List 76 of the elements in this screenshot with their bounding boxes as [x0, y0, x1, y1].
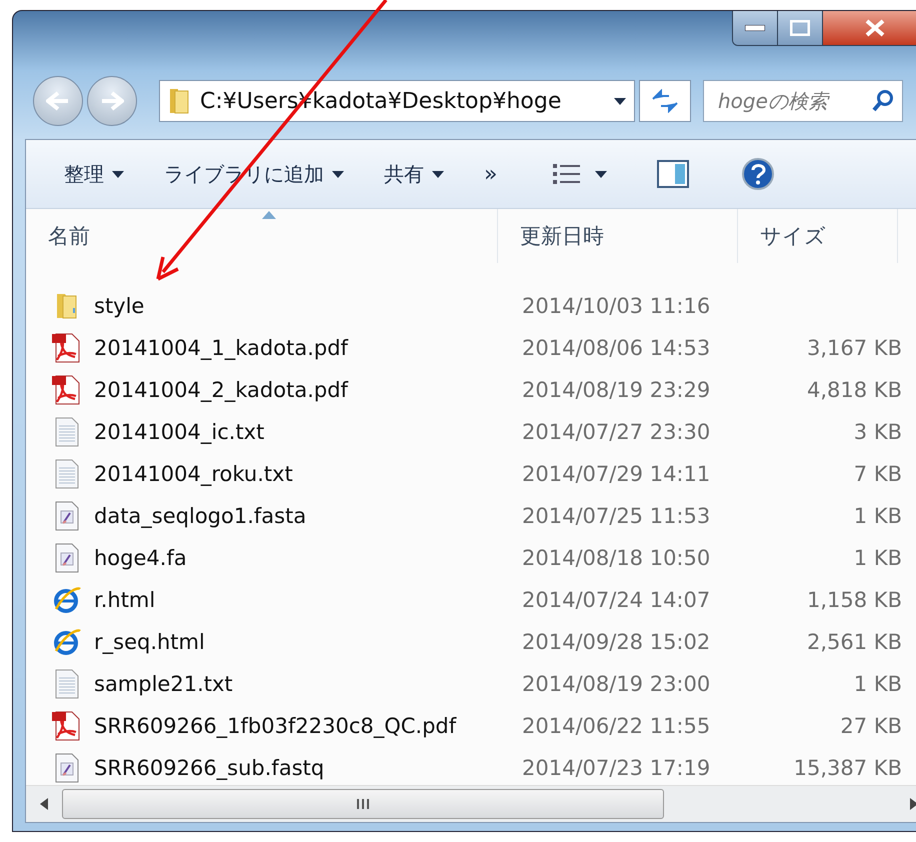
modified-date: 2014/08/18 10:50 — [521, 546, 712, 570]
right-arrow-icon — [910, 798, 916, 810]
file-size: 27 KB — [839, 714, 902, 738]
file-name[interactable]: data_seqlogo1.fasta — [86, 504, 512, 528]
file-size: 4,818 KB — [806, 378, 902, 402]
back-button[interactable] — [33, 76, 83, 126]
text-file-icon — [53, 668, 81, 700]
toolbar-menu-button[interactable]: 整理 — [50, 154, 138, 194]
file-icon — [53, 500, 81, 532]
file-name[interactable]: 20141004_2_kadota.pdf — [86, 378, 512, 402]
modified-date: 2014/07/23 17:19 — [521, 756, 712, 780]
modified-date: 2014/06/22 11:55 — [521, 714, 712, 738]
modified-date: 2014/10/03 11:16 — [521, 294, 712, 318]
modified-date: 2014/07/29 14:11 — [521, 462, 712, 486]
refresh-button[interactable] — [639, 80, 691, 122]
file-size: 3 KB — [852, 420, 902, 444]
column-header[interactable]: 更新日時 — [498, 209, 738, 263]
help-icon[interactable] — [741, 157, 776, 191]
toolbar-menu-button[interactable]: 共有 — [370, 154, 458, 194]
minimize-button[interactable] — [733, 11, 778, 45]
file-name[interactable]: 20141004_ic.txt — [86, 420, 512, 444]
modified-date: 2014/08/06 14:53 — [521, 336, 712, 360]
caret-icon — [332, 170, 344, 178]
caret-icon — [112, 170, 124, 178]
file-name[interactable]: style — [86, 294, 512, 318]
grip-icon — [356, 799, 370, 809]
minimize-icon — [745, 25, 765, 31]
preview-pane-icon[interactable] — [657, 160, 690, 188]
left-arrow-icon — [40, 798, 48, 810]
file-size: 3,167 KB — [806, 336, 902, 360]
close-button[interactable] — [823, 11, 916, 45]
folder-icon — [168, 87, 190, 115]
search-field[interactable]: hogeの検索 — [703, 80, 903, 122]
modified-date: 2014/08/19 23:00 — [521, 672, 712, 696]
modified-date: 2014/09/28 15:02 — [521, 630, 712, 654]
maximize-button[interactable] — [778, 11, 823, 45]
file-name[interactable]: sample21.txt — [86, 672, 512, 696]
file-size: 2,561 KB — [806, 630, 902, 654]
file-name[interactable]: r_seq.html — [86, 630, 512, 654]
file-name[interactable]: hoge4.fa — [86, 546, 512, 570]
caret-icon — [614, 98, 626, 104]
file-size: 1,158 KB — [806, 588, 902, 612]
column-header[interactable]: 名前 — [26, 209, 498, 263]
modified-date: 2014/07/25 11:53 — [521, 504, 712, 528]
scroll-thumb[interactable] — [62, 789, 664, 819]
search-icon — [871, 89, 895, 113]
forward-icon — [100, 91, 124, 111]
forward-button[interactable] — [87, 76, 137, 126]
modified-date: 2014/07/27 23:30 — [521, 420, 712, 444]
ie-file-icon — [52, 627, 82, 657]
maximize-icon — [790, 20, 810, 36]
close-icon — [864, 19, 886, 37]
file-name[interactable]: SRR609266_sub.fastq — [86, 756, 512, 780]
file-size: 7 KB — [852, 462, 902, 486]
file-size: 1 KB — [852, 672, 902, 696]
file-icon — [53, 542, 81, 574]
ie-file-icon — [52, 585, 82, 615]
file-name[interactable]: 20141004_roku.txt — [86, 462, 512, 486]
text-file-icon — [53, 458, 81, 490]
file-size: 1 KB — [852, 546, 902, 570]
file-size: 1 KB — [852, 504, 902, 528]
column-header[interactable]: サイズ — [738, 209, 898, 263]
back-icon — [46, 91, 70, 111]
file-icon — [53, 752, 81, 784]
file-size: 15,387 KB — [792, 756, 902, 780]
modified-date: 2014/07/24 14:07 — [521, 588, 712, 612]
file-name[interactable]: SRR609266_1fb03f2230c8_QC.pdf — [86, 714, 512, 738]
text-file-icon — [53, 416, 81, 448]
caret-icon — [595, 170, 608, 178]
file-name[interactable]: 20141004_1_kadota.pdf — [86, 336, 512, 360]
more-button[interactable]: » — [470, 156, 512, 192]
horizontal-scrollbar[interactable] — [26, 785, 916, 822]
refresh-icon — [651, 89, 679, 113]
caret-icon — [432, 170, 444, 178]
modified-date: 2014/08/19 23:29 — [521, 378, 712, 402]
file-name[interactable]: r.html — [86, 588, 512, 612]
